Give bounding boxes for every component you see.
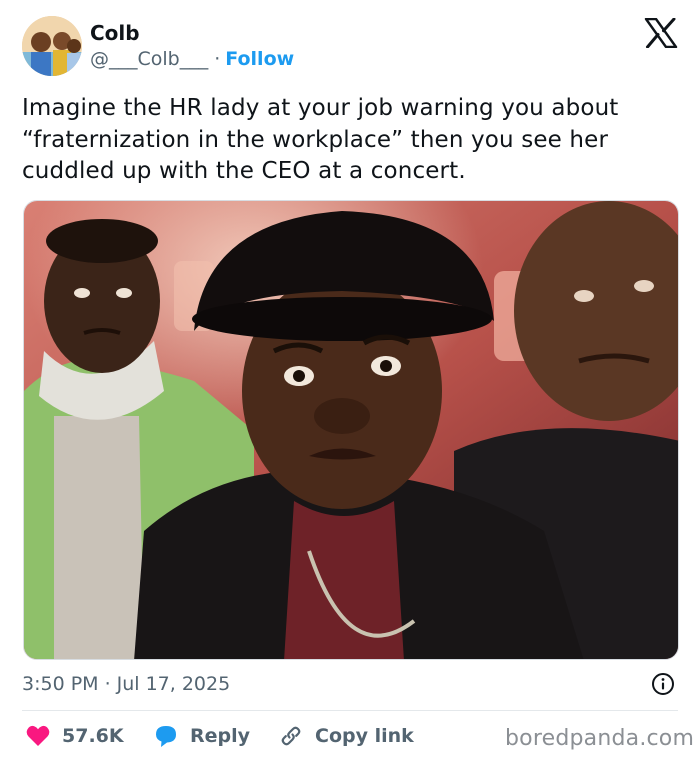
reply-button[interactable]: Reply — [154, 723, 250, 749]
like-count: 57.6K — [62, 725, 124, 747]
divider — [22, 710, 678, 711]
timestamp-separator: · — [104, 673, 111, 695]
author-name[interactable]: Colb — [90, 21, 140, 45]
tweet-time: 3:50 PM — [22, 673, 99, 695]
reply-label: Reply — [190, 725, 251, 747]
follow-button[interactable]: Follow — [225, 48, 294, 70]
watermark: boredpanda.com — [505, 726, 695, 751]
info-icon[interactable] — [651, 672, 675, 696]
avatar[interactable] — [22, 16, 82, 76]
x-logo-icon[interactable] — [644, 17, 678, 49]
tweet-card: Colb @___Colb___ · Follow Imagine the HR l… — [0, 0, 700, 762]
heart-icon — [26, 725, 50, 746]
tweet-date: Jul 17, 2025 — [116, 673, 231, 695]
author-handle[interactable]: @___Colb___ — [90, 48, 208, 70]
copy-link-label: Copy link — [315, 725, 414, 747]
copy-link-button[interactable]: Copy link — [279, 723, 414, 749]
speech-bubble-icon — [156, 726, 176, 747]
handle-row: @___Colb___ · Follow — [90, 48, 294, 70]
tweet-text: Imagine the HR lady at your job warning … — [22, 95, 619, 184]
link-icon — [281, 726, 301, 746]
tweet-timestamp[interactable]: 3:50 PM · Jul 17, 2025 — [22, 673, 230, 695]
tweet-photo[interactable] — [23, 200, 679, 660]
like-button[interactable]: 57.6K — [26, 723, 124, 749]
handle-separator: · — [214, 48, 221, 70]
